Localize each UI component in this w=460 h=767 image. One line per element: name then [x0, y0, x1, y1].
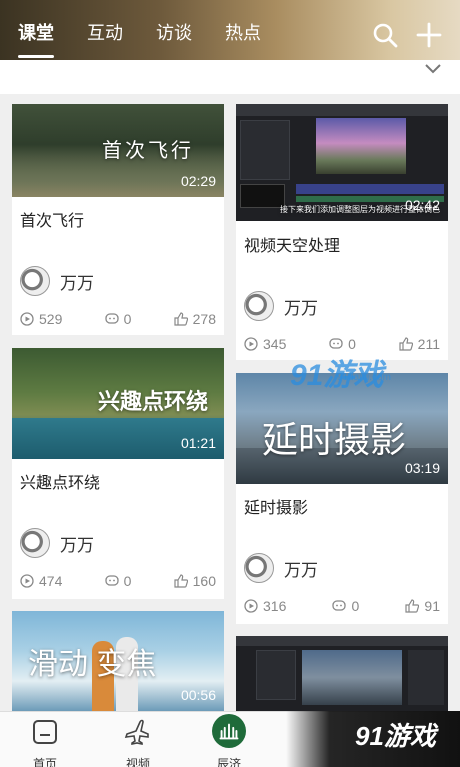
category-subbar [0, 60, 460, 94]
video-thumbnail[interactable]: 接下来我们添加调整图层为视频进行整体调色 02:42 [236, 104, 448, 221]
comment-stat[interactable]: 0 [104, 573, 132, 589]
comment-stat[interactable]: 0 [332, 598, 359, 614]
duration-label: 03:19 [404, 460, 440, 476]
like-stat[interactable]: 211 [399, 336, 440, 352]
tab-interview[interactable]: 访谈 [156, 20, 192, 46]
video-card[interactable] [236, 636, 448, 711]
view-count: 345 [263, 336, 287, 352]
thumbs-up-icon [405, 599, 420, 613]
duration-label: 00:56 [180, 687, 216, 703]
card-title[interactable]: 兴趣点环绕 [20, 469, 100, 493]
search-icon[interactable] [372, 22, 398, 48]
card-title[interactable]: 延时摄影 [244, 494, 308, 518]
like-count: 211 [417, 336, 440, 352]
author[interactable]: 万万 [20, 266, 94, 296]
avatar [244, 291, 274, 321]
like-stat[interactable]: 91 [405, 598, 440, 614]
thumbnail-overlay-text: 滑动 变焦 [28, 648, 157, 681]
header-bar: 课堂 互动 访谈 热点 [0, 0, 460, 60]
card-title[interactable]: 视频天空处理 [244, 232, 340, 256]
avatar [244, 553, 274, 583]
author[interactable]: 万万 [20, 528, 94, 558]
thumbnail-overlay-text: 首次飞行 [102, 140, 194, 162]
play-icon [244, 599, 258, 613]
thumbs-up-icon [174, 312, 188, 326]
comment-icon [104, 313, 119, 324]
like-stat[interactable]: 160 [174, 573, 216, 589]
video-thumbnail[interactable] [236, 636, 448, 711]
duration-label: 02:29 [180, 173, 216, 189]
tab-hot[interactable]: 热点 [225, 20, 261, 46]
play-icon [244, 337, 258, 351]
like-stat[interactable]: 278 [174, 311, 216, 327]
tab-bar: 课堂 互动 访谈 热点 [18, 20, 294, 58]
comment-count: 0 [123, 573, 132, 589]
watermark-text: 91游戏 [355, 721, 436, 751]
duration-label: 02:42 [404, 197, 440, 213]
author-name: 万万 [284, 298, 318, 318]
card-title[interactable]: 首次飞行 [20, 207, 84, 231]
author[interactable]: 万万 [244, 291, 318, 321]
fountain-icon [212, 714, 246, 748]
view-count: 474 [39, 573, 63, 589]
nav-label: 首页 [32, 757, 57, 767]
nav-label: 辰济 [216, 757, 241, 767]
avatar [20, 528, 50, 558]
comment-stat[interactable]: 0 [104, 311, 132, 327]
stats-row: 474 0 160 [20, 573, 216, 589]
video-thumbnail[interactable]: 兴趣点环绕 01:21 [12, 348, 224, 459]
tab-classroom[interactable]: 课堂 [18, 20, 54, 58]
video-thumbnail[interactable]: 滑动 变焦 00:56 [12, 611, 224, 711]
video-thumbnail[interactable]: 首次飞行 02:29 [12, 104, 224, 197]
view-count: 529 [39, 311, 63, 327]
comment-icon [104, 575, 119, 586]
duration-label: 01:21 [180, 435, 216, 451]
view-count: 316 [263, 598, 287, 614]
comment-icon [329, 338, 343, 349]
thumbnail-overlay-text: 兴趣点环绕 [98, 389, 209, 414]
author-name: 万万 [60, 535, 94, 555]
comment-count: 0 [123, 311, 132, 327]
thumbnail-overlay-text: 延时摄影 [262, 419, 407, 460]
comment-count: 0 [351, 598, 360, 614]
like-count: 160 [192, 573, 216, 589]
like-count: 278 [192, 311, 216, 327]
plus-icon[interactable] [416, 22, 442, 48]
watermark-url: 91danji.com [337, 372, 391, 383]
plane-icon [124, 719, 149, 745]
avatar [20, 266, 50, 296]
stats-row: 316 0 91 [244, 598, 440, 614]
nav-video[interactable]: 视频 [113, 718, 163, 767]
author-name: 万万 [284, 560, 318, 580]
video-card[interactable]: 延时摄影 03:19 延时摄影 万万 316 0 91 [236, 373, 448, 624]
video-card[interactable]: 接下来我们添加调整图层为视频进行整体调色 02:42 视频天空处理 万万 345… [236, 104, 448, 360]
nav-active[interactable]: 辰济 [204, 714, 254, 767]
play-icon [20, 312, 34, 326]
nav-label: 视频 [125, 757, 150, 767]
play-icon [20, 574, 34, 588]
video-card[interactable]: 滑动 变焦 00:56 [12, 611, 224, 711]
chevron-down-icon[interactable] [423, 62, 443, 76]
video-card[interactable]: 首次飞行 02:29 首次飞行 万万 529 0 278 [12, 104, 224, 335]
tab-interaction[interactable]: 互动 [87, 20, 123, 46]
like-count: 91 [424, 598, 440, 614]
author-name: 万万 [60, 273, 94, 293]
home-icon [33, 720, 57, 744]
nav-home[interactable]: 首页 [20, 718, 70, 767]
stats-row: 529 0 278 [20, 311, 216, 327]
author[interactable]: 万万 [244, 553, 318, 583]
thumbs-up-icon [399, 337, 413, 351]
thumbs-up-icon [174, 574, 188, 588]
video-card[interactable]: 兴趣点环绕 01:21 兴趣点环绕 万万 474 0 160 [12, 348, 224, 599]
comment-icon [332, 600, 347, 611]
